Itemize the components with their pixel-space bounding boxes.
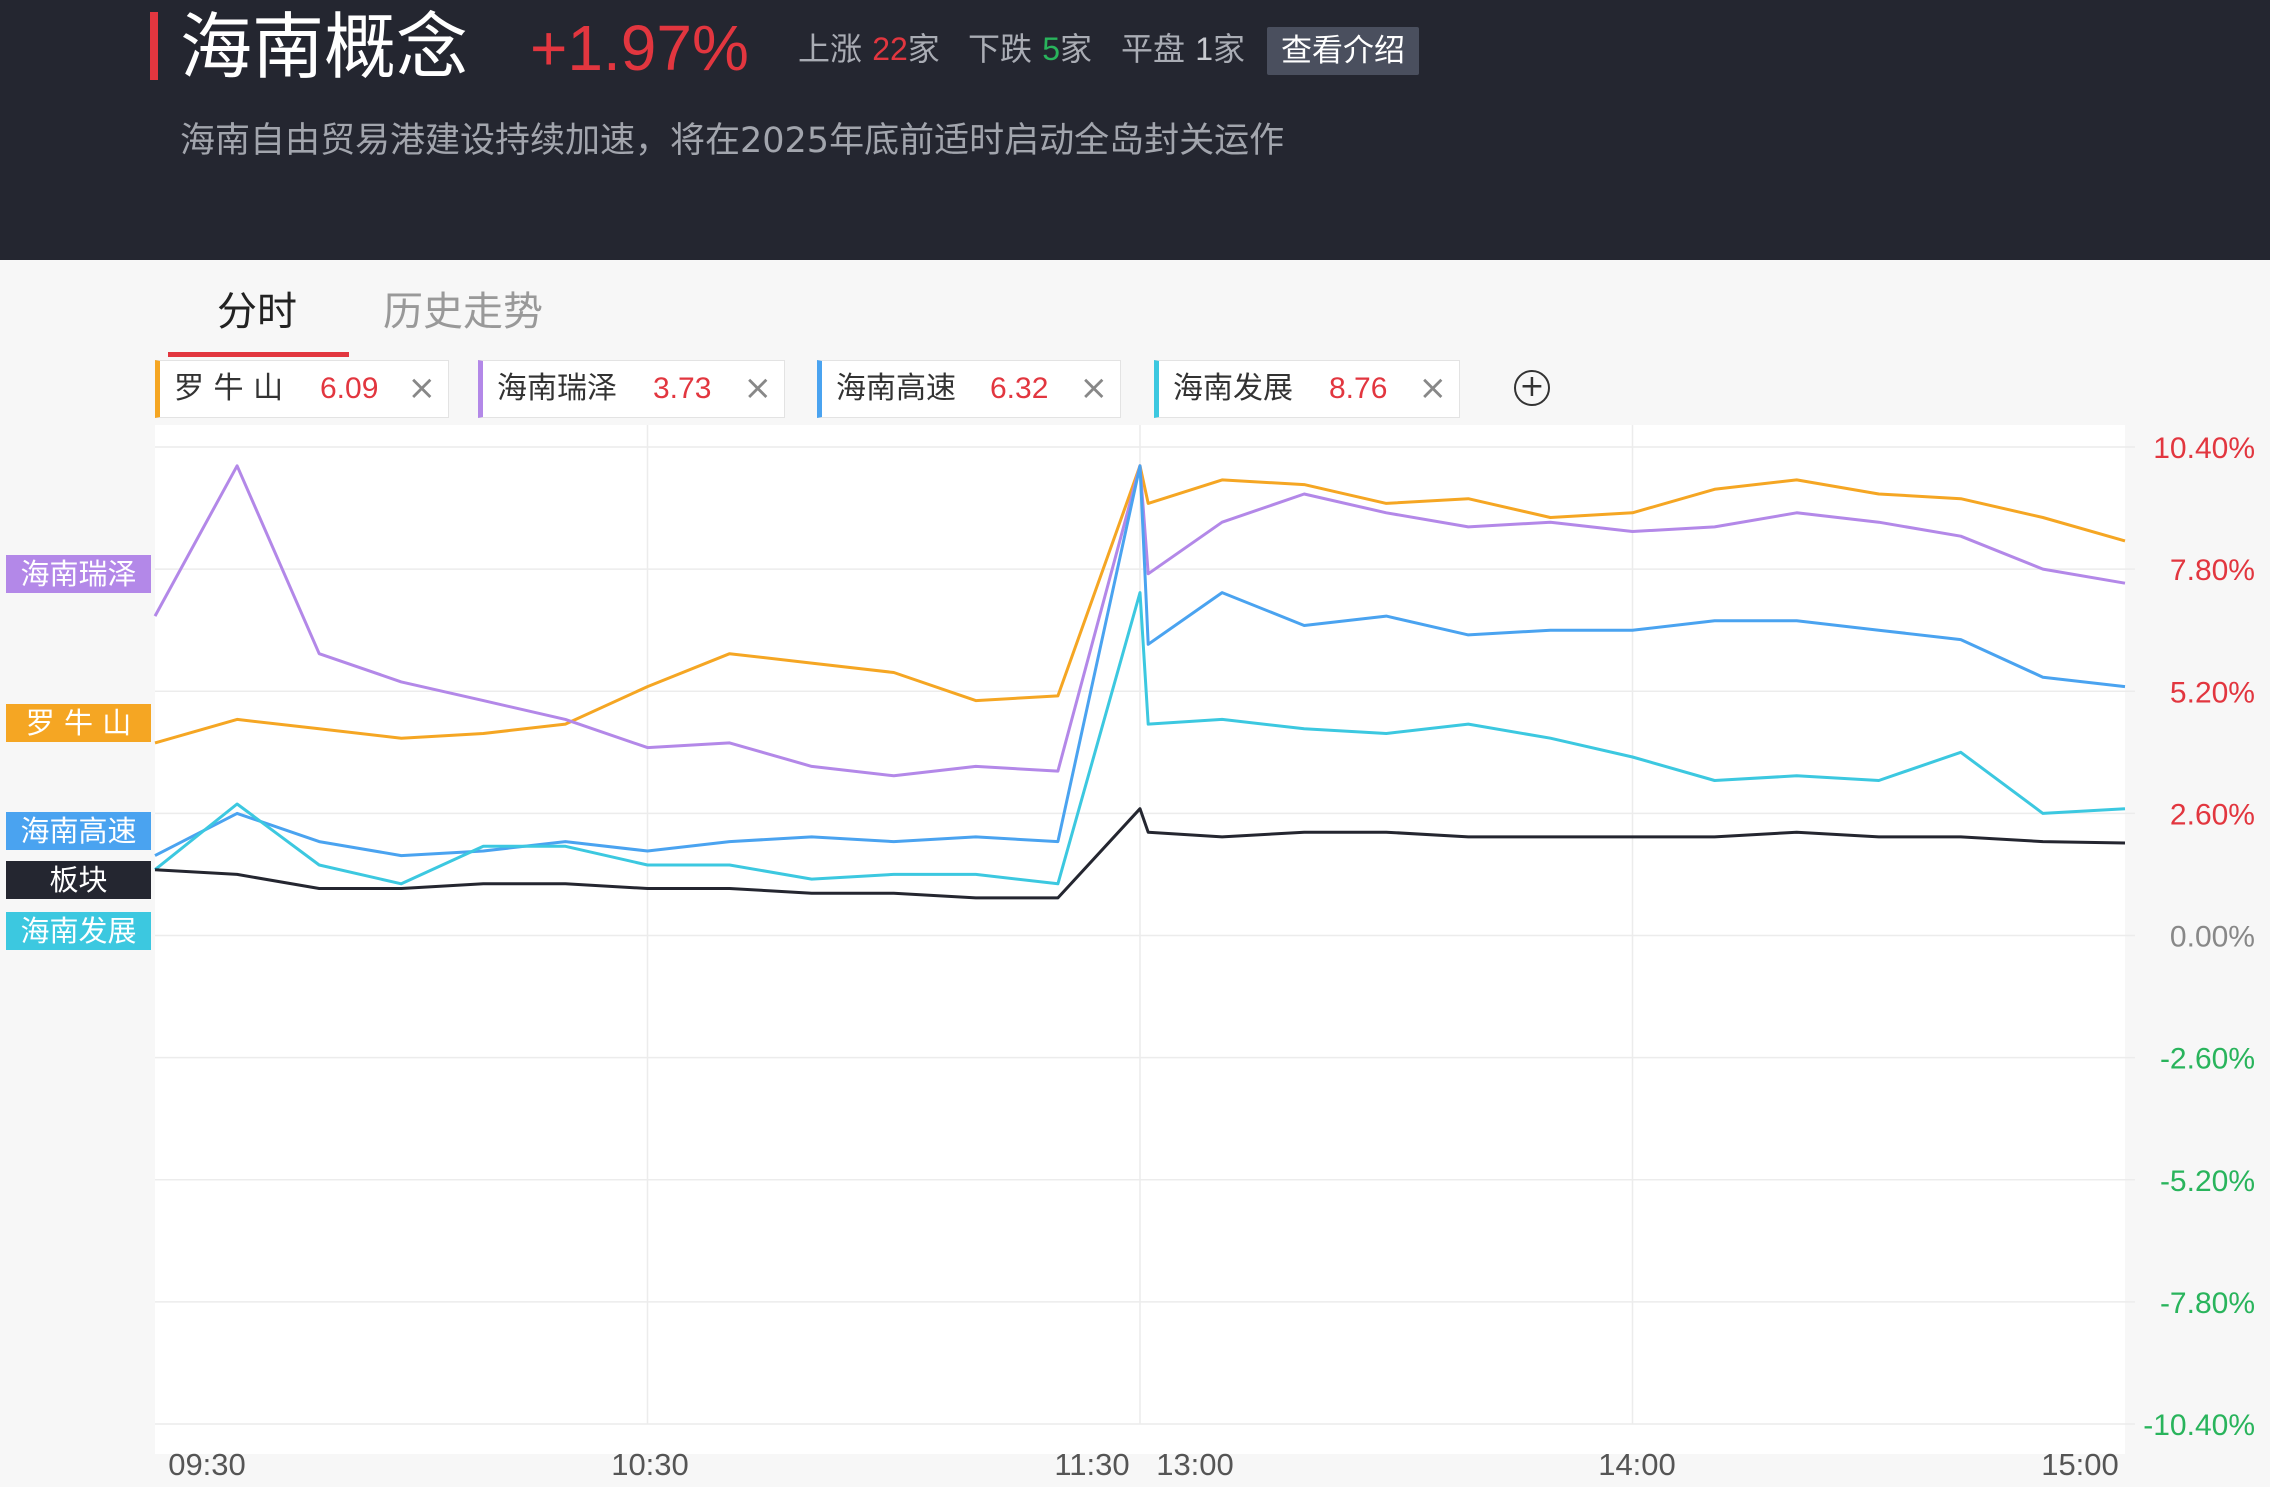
y-tick-label: 5.20% [2170,676,2255,709]
legend-tag-hainangaosu: 海南高速 [6,812,151,850]
legend-tag-hainanruize: 海南瑞泽 [6,555,151,593]
legend-tag-sector: 板块 [6,861,151,899]
x-tick-label: 14:00 [1598,1447,1676,1482]
x-tick-label: 11:30 [1054,1447,1129,1482]
x-tick-label: 09:30 [168,1447,246,1482]
y-tick-label: -10.40% [2143,1409,2255,1442]
y-tick-label: 10.40% [2153,432,2255,465]
y-tick-label: 2.60% [2170,798,2255,831]
intraday-chart: 10.40% 7.80% 5.20% 2.60% 0.00% -2.60% -5.20% -7… [153,425,2255,1482]
y-tick-label: -5.20% [2160,1165,2255,1198]
y-tick-label: 0.00% [2170,921,2255,954]
x-tick-label: 13:00 [1156,1447,1234,1482]
y-tick-label: -7.80% [2160,1287,2255,1320]
x-tick-label: 10:30 [611,1447,689,1482]
legend-tag-luoniushan: 罗 牛 山 [6,704,151,742]
x-tick-label: 15:00 [2041,1447,2119,1482]
y-tick-label: 7.80% [2170,554,2255,587]
y-tick-label: -2.60% [2160,1043,2255,1076]
legend-tag-hainanfazhan: 海南发展 [6,912,151,950]
